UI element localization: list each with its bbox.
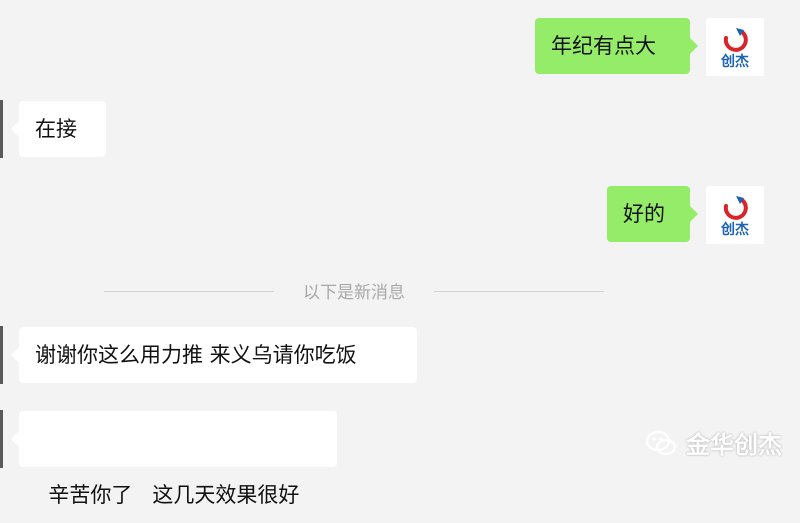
- message-bubble-other[interactable]: 谢谢你这么用力推 来义乌请你吃饭: [11, 327, 417, 383]
- message-bubble-other[interactable]: 辛苦你了 这几天效果很好: [11, 411, 337, 507]
- avatar-edge: [0, 100, 3, 158]
- avatar[interactable]: 创杰: [706, 18, 764, 76]
- message-text: 年纪有点大: [551, 34, 656, 58]
- message-text: 辛苦你了 这几天效果很好: [48, 483, 300, 507]
- message-text: 在接: [35, 117, 77, 141]
- avatar[interactable]: 创杰: [706, 186, 764, 244]
- new-messages-label: 以下是新消息: [303, 283, 405, 303]
- message-text: 好的: [623, 202, 665, 226]
- message-text: 谢谢你这么用力推 来义乌请你吃饭: [35, 343, 357, 367]
- avatar-edge: [0, 410, 3, 468]
- divider-line-left: [104, 291, 274, 292]
- message-bubble-self[interactable]: 年纪有点大: [535, 18, 698, 74]
- avatar-edge: [0, 326, 3, 384]
- watermark-text: 金华创杰: [686, 431, 782, 459]
- divider-line-right: [434, 291, 604, 292]
- wechat-icon: [645, 430, 677, 455]
- message-bubble-other[interactable]: 在接: [11, 101, 106, 157]
- avatar-logo-text: 创杰: [720, 221, 749, 238]
- chuangjie-logo-icon: 创杰: [720, 196, 749, 238]
- chuangjie-logo-icon: 创杰: [720, 28, 749, 70]
- avatar-logo-text: 创杰: [720, 53, 749, 70]
- watermark: 金华创杰: [644, 425, 782, 460]
- message-bubble-self[interactable]: 好的: [607, 186, 698, 242]
